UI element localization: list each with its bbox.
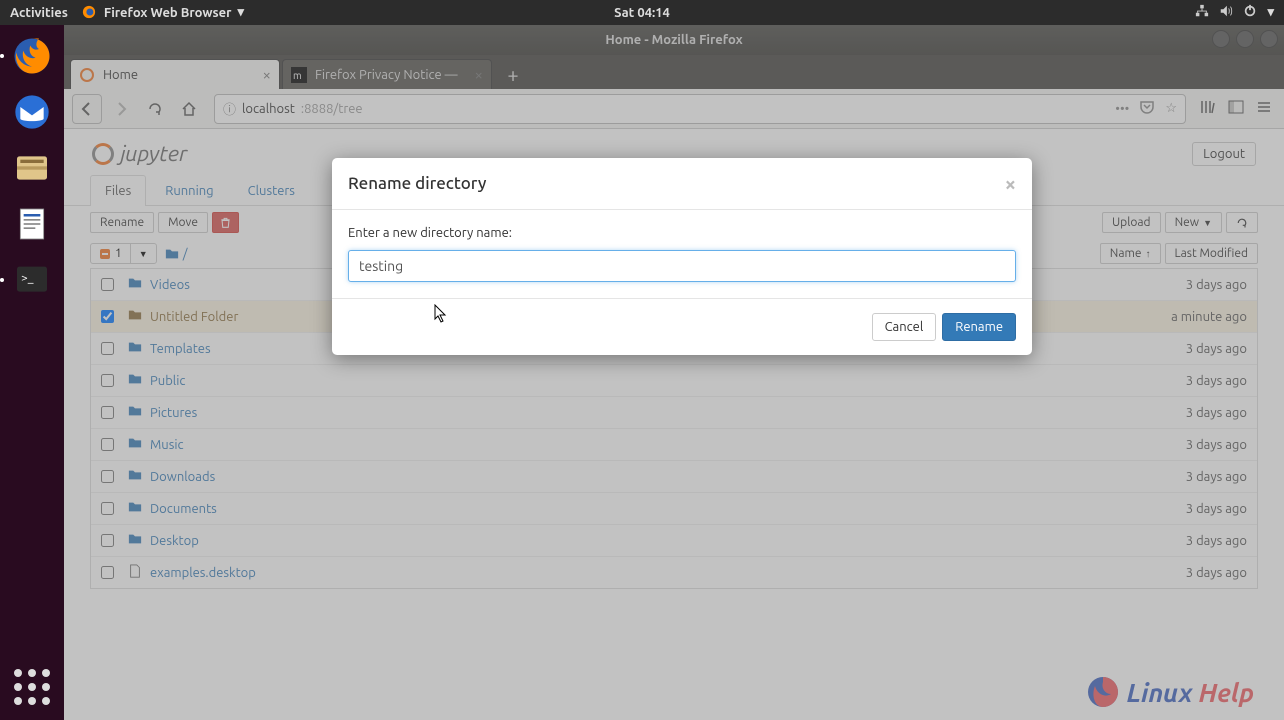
chevron-down-icon: ▾ [238, 5, 245, 20]
ubuntu-dock: >_ [0, 25, 64, 720]
modal-title: Rename directory [348, 174, 486, 193]
modal-overlay [64, 25, 1284, 720]
modal-prompt: Enter a new directory name: [348, 226, 1016, 240]
clock[interactable]: Sat 04:14 [614, 6, 670, 20]
gnome-topbar: Activities Firefox Web Browser ▾ Sat 04:… [0, 0, 1284, 25]
volume-icon[interactable] [1219, 4, 1233, 21]
firefox-icon [82, 5, 98, 21]
cancel-button[interactable]: Cancel [872, 313, 937, 341]
app-menu[interactable]: Firefox Web Browser ▾ [82, 5, 244, 21]
network-icon[interactable] [1195, 4, 1209, 21]
show-applications[interactable] [7, 662, 57, 712]
dock-files[interactable] [7, 143, 57, 193]
dock-firefox[interactable] [7, 31, 57, 81]
rename-modal: Rename directory × Enter a new directory… [332, 158, 1032, 355]
dock-thunderbird[interactable] [7, 87, 57, 137]
chevron-down-icon[interactable]: ▾ [1267, 5, 1274, 20]
power-icon[interactable] [1243, 4, 1257, 21]
dock-writer[interactable] [7, 199, 57, 249]
activities-button[interactable]: Activities [10, 6, 68, 20]
directory-name-input[interactable] [348, 250, 1016, 282]
dock-terminal[interactable]: >_ [7, 255, 57, 305]
svg-text:>_: >_ [21, 272, 34, 285]
rename-confirm-button[interactable]: Rename [942, 313, 1016, 341]
modal-close-icon[interactable]: × [1005, 172, 1016, 195]
